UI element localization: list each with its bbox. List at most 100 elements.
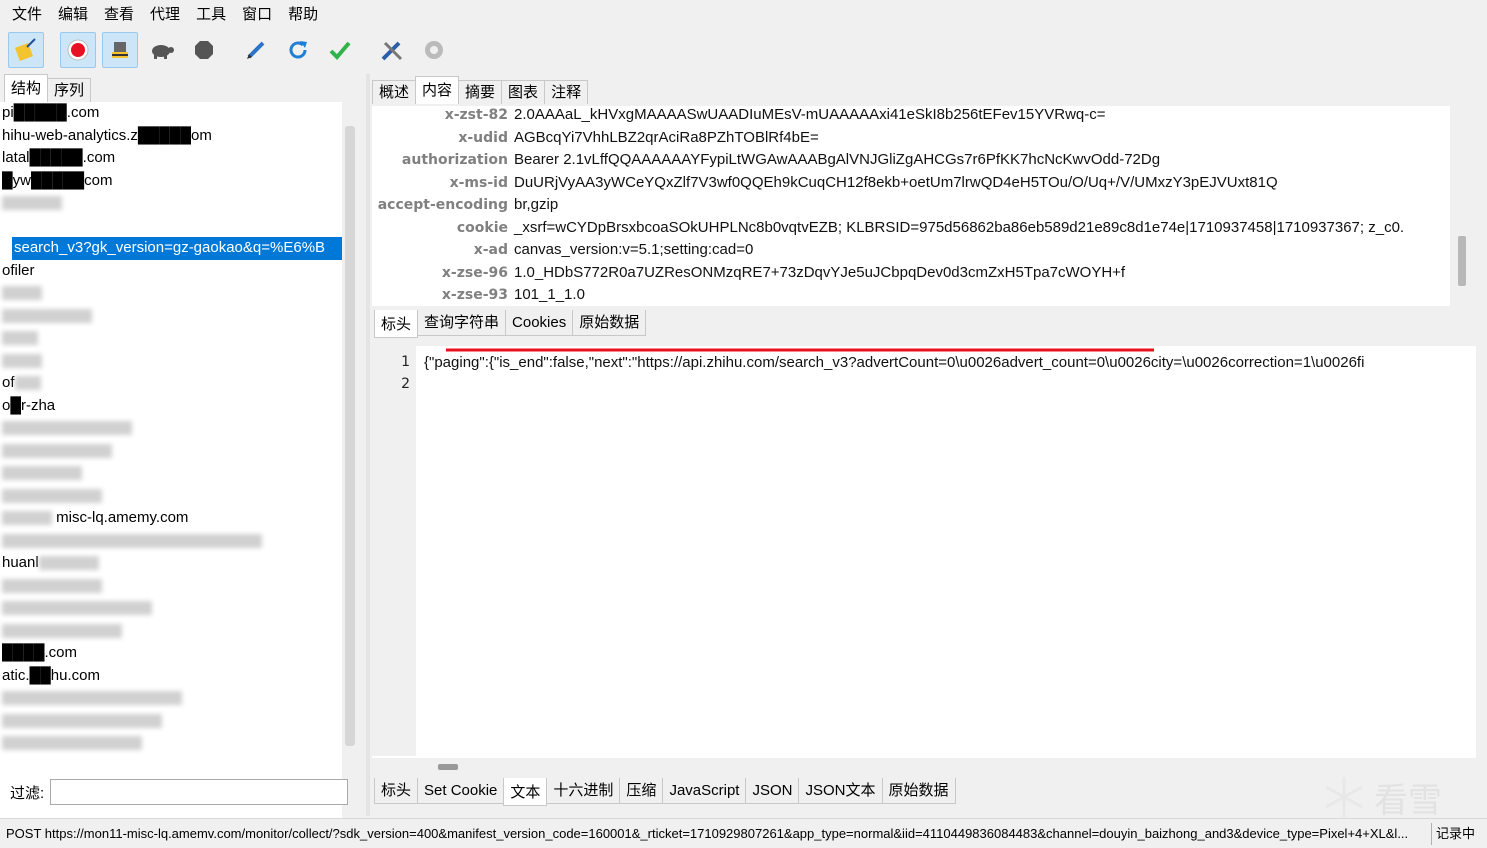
tree-item-selected[interactable]: search_v3?gk_version=gz-gaokao&q=%E6%B [0,237,342,260]
menu-window[interactable]: 窗口 [234,0,280,30]
recording-badge[interactable]: 记录中 [1430,823,1479,845]
tab-hex[interactable]: 十六进制 [546,778,621,804]
detail-panel: 概述 内容 摘要 图表 注释 x-zst-82 2.0AAAaL_kHVxgMA… [370,74,1487,816]
tree-item[interactable]: ████.com [0,642,342,665]
header-row[interactable]: accept-encoding br,gzip [372,194,1450,217]
tab-query-string[interactable]: 查询字符串 [417,310,507,336]
tree-item[interactable] [0,597,342,620]
tab-overview[interactable]: 概述 [372,80,417,104]
redacted-block [2,623,122,638]
tree-item[interactable]: pi█████.com [0,102,342,125]
tab-request-raw[interactable]: 原始数据 [572,310,647,336]
header-row[interactable]: cookie _xsrf=wCYDpBrsxbcoaSOkUHPLNc8b0vq… [372,217,1450,240]
tree-item[interactable] [0,530,342,553]
tree-item[interactable] [0,485,342,508]
tab-set-cookie[interactable]: Set Cookie [417,778,505,804]
menu-edit[interactable]: 编辑 [50,0,96,30]
header-row[interactable]: x-zst-82 2.0AAAaL_kHVxgMAAAASwUAADIuMEsV… [372,106,1450,127]
repeat-button[interactable] [280,32,316,68]
header-row[interactable]: authorization Bearer 2.1vLffQQAAAAAAYFyp… [372,149,1450,172]
throttle-button[interactable] [144,32,180,68]
tab-json-text[interactable]: JSON文本 [798,778,883,804]
tab-request-headers[interactable]: 标头 [374,310,419,338]
header-row[interactable]: x-ms-id DuURjVyAA3yWCeYQxZlf7V3wf0QQEh9k… [372,172,1450,195]
tree-item[interactable] [0,575,342,598]
tab-json[interactable]: JSON [745,778,800,804]
tab-cookies[interactable]: Cookies [505,310,574,336]
header-row[interactable]: x-zse-93 101_1_1.0 [372,284,1450,306]
validate-button[interactable] [322,32,358,68]
tab-structure[interactable]: 结构 [4,74,49,102]
settings-button[interactable] [416,32,452,68]
tab-summary[interactable]: 摘要 [458,80,503,104]
header-row-zse96[interactable]: x-zse-96 1.0_HDbS772R0a7UZResONMzqRE7+73… [372,262,1450,285]
header-row[interactable]: x-udid AGBcqYi7VhhLBZ2qrAciRa8PZhTOBlRf4… [372,127,1450,150]
tab-response-headers[interactable]: 标头 [374,778,419,804]
tools-button[interactable] [374,32,410,68]
watermark-text: 看雪 [1374,781,1442,820]
header-key: x-zse-96 [441,264,508,281]
compose-button[interactable] [238,32,274,68]
pen-icon [247,41,265,59]
tree-item[interactable] [0,327,342,350]
redacted-block [2,331,38,346]
menu-tools[interactable]: 工具 [188,0,234,30]
tree-item[interactable]: hihu-web-analytics.z█████om [0,125,342,148]
tree-item[interactable] [0,215,342,238]
tree-item[interactable] [0,710,342,733]
redacted-block [2,308,92,323]
filter-input[interactable] [50,779,349,805]
tree-item[interactable] [0,687,342,710]
header-value: 2.0AAAaL_kHVxgMAAAASwUAADIuMEsV-mUAAAAAx… [514,106,1106,123]
tree-item[interactable] [0,192,342,215]
tree-item[interactable]: misc-lq.amemy.com [0,507,342,530]
menu-view[interactable]: 查看 [96,0,142,30]
headers-scrollbar[interactable] [1458,236,1466,286]
tree-item[interactable]: huanl [0,552,342,575]
redacted-block [2,466,82,481]
tab-compress[interactable]: 压缩 [619,778,664,804]
tree-item[interactable] [0,305,342,328]
redacted-block [2,286,42,301]
tree-item[interactable]: ofiler [0,260,342,283]
tree-item[interactable]: █yw█████com [0,170,342,193]
tab-text[interactable]: 文本 [503,778,548,806]
header-row[interactable]: x-ad canvas_version:v=5.1;setting:cad=0 [372,239,1450,262]
tree-item[interactable] [0,732,342,755]
menu-proxy[interactable]: 代理 [142,0,188,30]
redacted-block [2,691,182,706]
menu-file[interactable]: 文件 [4,0,50,30]
watermark: 看雪 [1320,772,1480,822]
tab-sequence[interactable]: 序列 [47,78,92,102]
tree-item[interactable] [0,462,342,485]
tree-item[interactable] [0,417,342,440]
tab-response-raw[interactable]: 原始数据 [881,778,956,804]
menu-help[interactable]: 帮助 [280,0,326,30]
tree-item[interactable] [0,350,342,373]
clear-button[interactable] [8,32,44,68]
record-button[interactable] [60,32,96,68]
tab-notes[interactable]: 注释 [544,80,589,104]
redacted-block [2,578,102,593]
tree-item[interactable] [0,282,342,305]
tree-item[interactable]: o█r-zha [0,395,342,418]
stop-button[interactable] [186,32,222,68]
body-scrollbar[interactable] [438,764,458,770]
structure-panel: 结构 序列 pi█████.com hihu-web-analytics.z██… [0,74,366,822]
stop-icon [195,41,213,59]
tree-item[interactable]: of [0,372,342,395]
tab-javascript[interactable]: JavaScript [662,778,747,804]
response-body-editor[interactable]: 1 2 {"paging":{"is_end":false,"next":"ht… [372,346,1476,758]
intercept-button[interactable] [102,32,138,68]
tree-item[interactable] [0,620,342,643]
status-bar: POST https://mon11-misc-lq.amemv.com/mon… [0,818,1487,848]
tree-item[interactable] [0,440,342,463]
tab-chart[interactable]: 图表 [501,80,546,104]
tab-contents[interactable]: 内容 [415,76,460,104]
tree-item[interactable]: latal█████.com [0,147,342,170]
tree-scrollbar[interactable] [345,126,355,746]
menu-bar: 文件 编辑 查看 代理 工具 窗口 帮助 [0,0,1487,30]
header-key: x-zst-82 [444,107,508,123]
tree-item[interactable]: atic.██hu.com [0,665,342,688]
redacted-block [2,736,142,751]
